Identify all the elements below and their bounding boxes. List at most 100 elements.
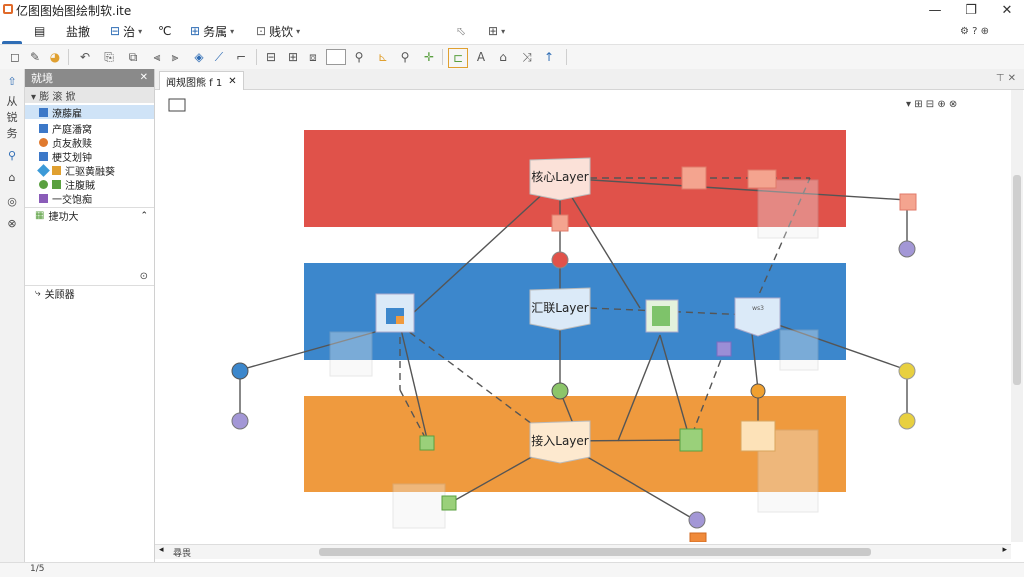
list-item[interactable]: 潦藤雇: [25, 105, 154, 120]
library-icon[interactable]: 从: [3, 93, 21, 109]
close-button[interactable]: ✕: [990, 0, 1024, 20]
menu-item-format[interactable]: ℃: [158, 22, 171, 40]
list-item[interactable]: 汇驱黄融葵: [25, 163, 154, 178]
align-icon[interactable]: ⫷: [148, 48, 166, 66]
bring-front-icon[interactable]: ⧈: [304, 48, 322, 66]
link-endpoint[interactable]: [551, 251, 569, 269]
firewall-node[interactable]: ws3: [734, 297, 781, 337]
toolbar-divider: [566, 49, 567, 65]
network-diagram[interactable]: 核心Layer 汇联Layer 接入Layer ws3 ▾ ⊞ ⊟ ⊕ ⊗: [160, 90, 1010, 543]
list-item[interactable]: 梗艾划钟: [25, 149, 154, 164]
link-endpoint[interactable]: [551, 382, 569, 400]
list-item[interactable]: 一交饱痴: [25, 191, 154, 206]
link-endpoint[interactable]: [688, 511, 706, 529]
menu-item-view[interactable]: ⊡ 贱饮 ▾: [256, 22, 300, 40]
select-tool-icon[interactable]: ◻: [6, 48, 24, 66]
diagram-canvas[interactable]: 核心Layer 汇联Layer 接入Layer ws3 ▾ ⊞ ⊟ ⊕ ⊗: [160, 90, 1010, 543]
scroll-right-icon[interactable]: ▸: [1002, 545, 1007, 555]
pointer-icon[interactable]: ⇧: [3, 73, 21, 89]
panel-tools[interactable]: ▾ 膨 滚 掀: [25, 87, 154, 103]
minimize-button[interactable]: —: [918, 0, 952, 20]
zoom-icon[interactable]: ⚲: [350, 48, 368, 66]
search-icon[interactable]: ⚲: [3, 147, 21, 163]
server-node[interactable]: [375, 293, 415, 333]
list-item[interactable]: 贞友赦赎: [25, 135, 154, 150]
color-wheel-icon[interactable]: ◕: [46, 48, 64, 66]
vertical-scroll-thumb[interactable]: [1013, 175, 1021, 385]
list-item-label: 一交饱痴: [52, 194, 92, 206]
maximize-button[interactable]: ❐: [954, 0, 988, 20]
undo-icon[interactable]: ↶: [76, 48, 94, 66]
toolbar-divider: [442, 49, 443, 65]
page-format-icon[interactable]: [168, 98, 186, 112]
text-icon[interactable]: A: [472, 48, 490, 66]
link-endpoint[interactable]: [898, 362, 916, 380]
vertical-scrollbar[interactable]: [1011, 90, 1023, 542]
link-endpoint[interactable]: [231, 412, 249, 430]
line-icon[interactable]: ⟋: [210, 48, 228, 66]
menu-item-file[interactable]: ▤: [34, 22, 45, 40]
list-item[interactable]: 注腹賊: [25, 177, 154, 192]
link-endpoint[interactable]: [898, 240, 916, 258]
page-tab-label[interactable]: 尋畏: [173, 546, 191, 559]
caret-down-icon: ▾: [501, 26, 506, 36]
router-node[interactable]: [681, 166, 707, 190]
panel-section-browser[interactable]: ⤷ 关顾器: [25, 285, 154, 301]
layers-icon[interactable]: 务: [3, 125, 21, 141]
horizontal-scroll-thumb[interactable]: [319, 548, 871, 556]
router-node[interactable]: [899, 193, 917, 211]
access-layer-label: 接入Layer: [531, 433, 589, 448]
canvas-tools[interactable]: ▾ ⊞ ⊟ ⊕ ⊗: [906, 99, 957, 110]
arrow-up-icon[interactable]: ↑: [540, 48, 558, 66]
panel-section-quick[interactable]: ▦ 捷功大 ⌃: [25, 207, 154, 223]
endpoint-node[interactable]: [441, 495, 457, 511]
brush-icon[interactable]: ✎: [26, 48, 44, 66]
horizontal-scrollbar[interactable]: ◂ 尋畏 ▸: [155, 544, 1011, 559]
link-endpoint[interactable]: [231, 362, 249, 380]
router-node[interactable]: [747, 169, 777, 189]
link-icon[interactable]: ⤨: [518, 48, 536, 66]
endpoint-node[interactable]: [419, 435, 435, 451]
endpoint-node[interactable]: [740, 420, 776, 452]
target-icon[interactable]: ◎: [3, 193, 21, 209]
chart-icon[interactable]: ⊾: [374, 48, 392, 66]
settings-help-icons[interactable]: ⚙ ? ⊕: [960, 22, 989, 40]
layout-tool-icon[interactable]: ⊏: [448, 48, 468, 68]
move-icon[interactable]: ✛: [420, 48, 438, 66]
theme-icon[interactable]: ⊗: [3, 215, 21, 231]
ungroup-icon[interactable]: ⊞: [284, 48, 302, 66]
storage-node[interactable]: [645, 299, 679, 333]
switch-port-node[interactable]: [716, 341, 732, 357]
home-icon[interactable]: ⌂: [3, 169, 21, 185]
fill-icon[interactable]: ◈: [190, 48, 208, 66]
menu-item-edit[interactable]: 盐撤: [66, 22, 90, 40]
endpoint-node[interactable]: [689, 532, 707, 543]
group-icon[interactable]: ⊟: [262, 48, 280, 66]
link-endpoint[interactable]: [750, 383, 766, 399]
close-icon[interactable]: ✕: [228, 76, 236, 87]
list-item-label: 梗艾划钟: [52, 152, 92, 164]
menu-item-layout[interactable]: ⊞ 务属 ▾: [190, 22, 234, 40]
layout-tool-button[interactable]: ⊞ ▾: [488, 22, 505, 40]
tree-icon[interactable]: 锐: [3, 109, 21, 125]
endpoint-node[interactable]: [679, 428, 703, 452]
connector-icon[interactable]: ⌐: [232, 48, 250, 66]
shape-size-field[interactable]: [326, 49, 346, 65]
copy-icon[interactable]: ⎘: [100, 48, 118, 66]
tab-document[interactable]: 闻规图熊 f 1 ✕: [159, 71, 244, 90]
shape-icon[interactable]: ⌂: [494, 48, 512, 66]
scroll-left-icon[interactable]: ◂: [159, 545, 164, 555]
chevron-up-icon[interactable]: ⌃: [140, 211, 148, 221]
close-icon[interactable]: ✕: [140, 72, 148, 83]
router-node[interactable]: [551, 214, 569, 232]
find-icon[interactable]: ⚲: [396, 48, 414, 66]
settings-icon[interactable]: ⊙: [140, 271, 148, 282]
menu-item-insert[interactable]: ⊟ 治 ▾: [110, 22, 142, 40]
paste-icon[interactable]: ⧉: [124, 48, 142, 66]
link-endpoint[interactable]: [898, 412, 916, 430]
pin-icon[interactable]: ⊤ ✕: [996, 73, 1016, 84]
distribute-icon[interactable]: ⫸: [166, 48, 184, 66]
canvas-tools-icons[interactable]: ▾ ⊞ ⊟ ⊕ ⊗: [906, 99, 957, 110]
quick-access-button[interactable]: ⬁: [456, 22, 466, 40]
list-item[interactable]: 产庭潘窝: [25, 121, 154, 136]
